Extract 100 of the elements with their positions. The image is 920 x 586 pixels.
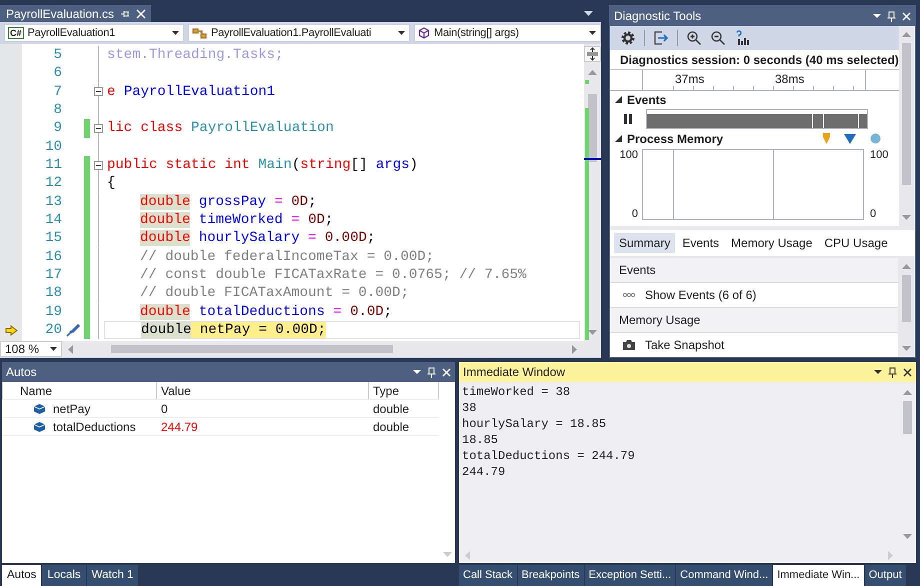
line-number: 11 xyxy=(44,156,62,174)
pin-icon[interactable] xyxy=(888,366,897,378)
line-number: 12 xyxy=(44,174,62,193)
code-line: lic class PayrollEvaluation xyxy=(106,119,335,138)
close-icon[interactable] xyxy=(903,368,912,376)
output-line: 18.85 xyxy=(462,432,500,448)
zoom-out-icon[interactable] xyxy=(710,30,726,46)
navigation-dropdown[interactable]: Main(string[] args) xyxy=(414,24,601,42)
chart-help-icon[interactable] xyxy=(734,30,750,46)
dropdown-icon[interactable] xyxy=(584,11,593,16)
code-line: double hourlySalary = 0.00D; xyxy=(139,229,376,248)
panel-title: Diagnostic Tools xyxy=(614,9,702,23)
line-number: 17 xyxy=(44,266,62,284)
code-line: // double federalIncomeTax = 0.00D; xyxy=(139,248,436,266)
code-line: double grossPay = 0D; xyxy=(139,192,318,211)
caret-icon[interactable] xyxy=(50,347,57,351)
dropdown-icon[interactable] xyxy=(874,370,882,374)
time-label: 37ms xyxy=(675,72,704,86)
pause-icon[interactable] xyxy=(624,114,632,124)
axis-label: 0 xyxy=(870,208,876,220)
code-line: stem.Threading.Tasks; xyxy=(106,46,284,64)
split-icon[interactable] xyxy=(584,46,601,62)
cube-icon xyxy=(418,27,430,39)
tab[interactable]: Watch 1 xyxy=(86,565,138,586)
variable-value: 0 xyxy=(160,402,169,416)
collapse-icon[interactable] xyxy=(94,124,102,133)
action-link[interactable]: Show Events (6 of 6) xyxy=(645,288,756,302)
screwdriver-icon[interactable] xyxy=(66,323,80,338)
vertical-scrollbar[interactable] xyxy=(898,258,915,357)
zoom-dropdown[interactable]: 108 % xyxy=(0,341,62,357)
line-number: 5 xyxy=(52,46,62,64)
tab[interactable]: Summary xyxy=(614,233,676,253)
expand-icon[interactable] xyxy=(615,96,622,103)
line-number: 7 xyxy=(52,82,62,101)
variable-value: 244.79 xyxy=(160,420,199,434)
settings-icon[interactable] xyxy=(620,30,636,46)
section-header: Events xyxy=(610,258,898,283)
axis-label: 100 xyxy=(870,149,888,161)
tab[interactable]: Memory Usage xyxy=(726,233,818,253)
variable-type: double xyxy=(372,420,410,434)
line-number: 14 xyxy=(44,210,62,230)
link-icon xyxy=(623,292,635,298)
tab[interactable]: Immediate Win... xyxy=(773,565,864,586)
code-line: { xyxy=(106,174,116,193)
output-line: totalDeductions = 244.79 xyxy=(462,448,636,464)
line-number: 18 xyxy=(44,284,62,303)
action-link[interactable]: Take Snapshot xyxy=(645,338,724,352)
camera-icon xyxy=(623,340,635,350)
csharp-icon: C# xyxy=(8,27,24,39)
circle-marker-icon xyxy=(870,133,881,144)
tab[interactable]: Events xyxy=(677,233,724,253)
variable-name: totalDeductions xyxy=(53,420,136,434)
collapse-icon[interactable] xyxy=(94,87,102,96)
line-number: 13 xyxy=(44,192,62,211)
caret-icon[interactable] xyxy=(172,31,179,35)
scroll-thumb[interactable] xyxy=(902,275,911,322)
tab[interactable]: Autos xyxy=(2,565,42,586)
tab[interactable]: Call Stack xyxy=(459,565,517,586)
collapse-icon[interactable] xyxy=(94,160,102,170)
section-title: Events xyxy=(627,92,666,106)
tab[interactable]: Command Wind... xyxy=(676,565,772,586)
scroll-thumb[interactable] xyxy=(111,345,393,353)
output-line: hourlySalary = 18.85 xyxy=(462,416,608,432)
scroll-thumb[interactable] xyxy=(902,43,912,185)
tab[interactable]: Locals xyxy=(42,565,86,586)
axis-label: 100 xyxy=(620,149,638,161)
code-line: double totalDeductions = 0.0D; xyxy=(139,302,394,321)
tab[interactable]: CPU Usage xyxy=(819,233,893,253)
field-icon xyxy=(34,422,45,432)
expand-icon[interactable] xyxy=(615,135,622,142)
line-number: 16 xyxy=(44,248,62,266)
dropdown-icon[interactable] xyxy=(873,14,881,18)
line-number: 15 xyxy=(44,229,62,248)
session-summary: Diagnostics session: 0 seconds (40 ms selected) xyxy=(610,50,899,70)
output-line: timeWorked = 38 xyxy=(462,384,572,400)
variable-name: netPay xyxy=(53,402,90,416)
vertical-scrollbar[interactable] xyxy=(584,44,601,341)
line-number: 20 xyxy=(44,320,62,340)
export-icon[interactable] xyxy=(653,30,669,46)
line-number: 9 xyxy=(52,119,62,138)
vertical-scrollbar[interactable] xyxy=(898,26,915,226)
navigation-dropdown[interactable]: PayrollEvaluation1.PayrollEvaluati xyxy=(188,24,410,42)
line-number: 6 xyxy=(52,64,62,83)
caret-icon[interactable] xyxy=(589,31,596,35)
tab[interactable]: Breakpoints xyxy=(518,565,584,586)
dropdown-icon[interactable] xyxy=(413,370,421,374)
tab[interactable]: Exception Setti... xyxy=(584,565,676,586)
code-line: e PayrollEvaluation1 xyxy=(106,82,276,101)
section-header: Memory Usage xyxy=(610,308,898,333)
column-header[interactable]: Name xyxy=(2,382,157,399)
scroll-thumb[interactable] xyxy=(903,401,912,434)
caret-icon[interactable] xyxy=(398,31,405,35)
navigation-dropdown[interactable]: C# PayrollEvaluation1 xyxy=(4,24,184,42)
column-header[interactable]: Type xyxy=(369,382,439,399)
zoom-in-icon[interactable] xyxy=(686,30,702,46)
line-number: 10 xyxy=(44,138,62,156)
tab[interactable]: Output xyxy=(864,565,906,586)
column-header[interactable]: Value xyxy=(157,382,369,399)
code-line: double timeWorked = 0D; xyxy=(139,210,334,230)
code-line: // double FICATaxAmount = 0.00D; xyxy=(139,284,410,303)
